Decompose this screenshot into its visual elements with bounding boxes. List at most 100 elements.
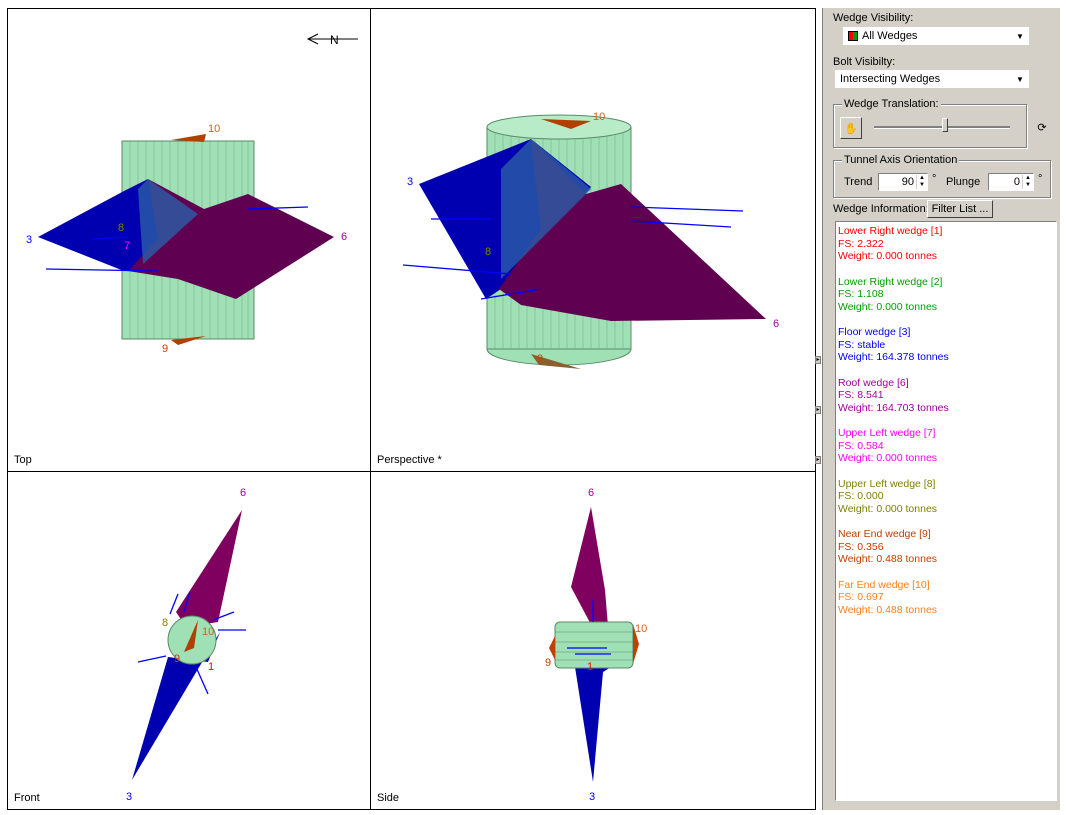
trend-label: Trend	[844, 176, 873, 188]
spin-arrows-icon: ▲ ▼	[1022, 175, 1033, 189]
point-label-1: 1	[208, 661, 214, 673]
wedge-info-entry: Lower Right wedge [2] FS: 1.108 Weight: 0.…	[838, 276, 1054, 314]
translate-icon: ✋	[844, 122, 858, 135]
side-view-graphic: 6 3 10 9 1	[545, 487, 647, 803]
tunnel-side	[554, 621, 634, 669]
wedge-info-entry: Lower Right wedge [1] FS: 2.322 Weight: 0.…	[838, 225, 1054, 263]
point-label-9: 9	[545, 657, 551, 669]
wedge-info-entry: Upper Left wedge [7] FS: 0.584 Weight: 0.0…	[838, 427, 1054, 465]
wedge-fs: FS: stable	[838, 338, 886, 351]
plunge-label: Plunge	[946, 176, 981, 188]
bolt-visibility-label: Bolt Visibilty:	[833, 56, 896, 68]
point-label-3: 3	[589, 791, 595, 803]
chevron-down-icon: ▼	[1016, 74, 1024, 84]
wedge-translation-group: Wedge Translation: ✋	[833, 98, 1027, 148]
chevron-down-icon: ▼	[1016, 31, 1024, 41]
wedge-fs: FS: 0.584	[838, 439, 884, 452]
wedge-fs: FS: 2.322	[838, 237, 884, 250]
trend-stepper[interactable]: 90 ▲ ▼	[878, 173, 928, 191]
translate-reset-button[interactable]: ✋	[840, 117, 862, 139]
point-label-8: 8	[485, 246, 491, 258]
point-label-10: 10	[635, 623, 647, 635]
perspective-viewport[interactable]: 10 3 6 9 8 Perspective *	[370, 8, 816, 472]
wedge-weight: Weight: 164.703 tonnes	[838, 401, 949, 414]
wedge-name: Upper Left wedge [7]	[838, 427, 936, 439]
point-label-6: 6	[341, 231, 347, 243]
north-arrow-icon: N	[306, 33, 358, 47]
splitter-arrow-top[interactable]: ▸	[815, 356, 821, 364]
tunnel-axis-title: Tunnel Axis Orientation	[842, 154, 960, 166]
wedge-info-entry: Floor wedge [3] FS: stable Weight: 164.378…	[838, 326, 1054, 364]
wedge-weight: Weight: 0.488 tonnes	[838, 603, 938, 616]
wedge-weight: Weight: 0.000 tonnes	[838, 452, 938, 464]
plunge-unit: °	[1038, 173, 1043, 185]
point-label-9: 9	[174, 653, 180, 665]
point-label-7: 7	[124, 240, 130, 252]
point-label-3: 3	[407, 176, 413, 188]
side-viewport[interactable]: 6 3 10 9 1 Side	[370, 471, 816, 810]
bolt-visibility-select[interactable]: Intersecting Wedges ▼	[835, 70, 1029, 88]
viewport-label-top: Top	[14, 454, 32, 466]
wedge-fs: FS: 8.541	[838, 389, 884, 401]
plunge-value: 0	[1013, 176, 1020, 188]
wedge-visibility-value: All Wedges	[862, 30, 918, 42]
splitter-arrow-bottom[interactable]: ▸	[815, 456, 821, 464]
rotate-icon: ⟳	[1037, 121, 1047, 134]
point-label-9: 9	[162, 343, 168, 355]
wedge-information-list[interactable]: Lower Right wedge [1] FS: 2.322 Weight: 0.…	[835, 221, 1057, 801]
point-label-8: 8	[162, 617, 168, 629]
wedge-weight: Weight: 0.000 tonnes	[838, 250, 938, 262]
viewport-label-front: Front	[14, 792, 40, 804]
north-arrow-letter: N	[330, 33, 339, 47]
wedge-name: Roof wedge [6]	[838, 376, 909, 389]
top-viewport[interactable]: N 10 3 6 9 8 7 Top	[7, 8, 371, 472]
bolt-visibility-value: Intersecting Wedges	[840, 73, 941, 85]
wedge-info-entry: Far End wedge [10] FS: 0.697 Weight: 0.488…	[838, 579, 1054, 617]
spin-arrows-icon: ▲ ▼	[916, 175, 927, 189]
trend-unit: °	[932, 173, 937, 185]
rotate-view-button[interactable]: ⟳	[1031, 116, 1053, 138]
wedge-name: Lower Right wedge [1]	[838, 225, 943, 237]
front-viewport[interactable]: 6 3 8 10 9 1 Front	[7, 471, 371, 810]
wedge-visibility-select[interactable]: All Wedges ▼	[843, 27, 1029, 45]
point-label-3: 3	[26, 234, 32, 246]
all-wedges-color-icon	[848, 31, 858, 41]
wedge-name: Far End wedge [10]	[838, 578, 930, 591]
wedge-info-entry: Roof wedge [6] FS: 8.541 Weight: 164.703 t…	[838, 377, 1054, 415]
wedge-visibility-label: Wedge Visibility:	[833, 12, 914, 24]
splitter-arrow-mid[interactable]: ▸	[815, 406, 821, 414]
wedge-information-label: Wedge Information:	[833, 203, 929, 215]
wedge-name: Near End wedge [9]	[838, 528, 931, 540]
perspective-view-graphic: 10 3 6 9 8	[402, 111, 779, 369]
point-label-3: 3	[126, 791, 132, 803]
point-label-8: 8	[118, 222, 124, 234]
wedge-weight: Weight: 0.000 tonnes	[838, 300, 938, 313]
point-label-9: 9	[537, 353, 543, 365]
wedge-info-entry: Near End wedge [9] FS: 0.356 Weight: 0.488…	[838, 528, 1054, 566]
floor-wedge	[575, 667, 611, 782]
wedge-name: Lower Right wedge [2]	[838, 275, 943, 288]
wedge-weight: Weight: 0.488 tonnes	[838, 553, 938, 565]
wedge-fs: FS: 0.697	[838, 591, 884, 603]
wedge-fs: FS: 0.000	[838, 490, 884, 502]
wedge-weight: Weight: 0.000 tonnes	[838, 502, 938, 515]
point-label-6: 6	[773, 318, 779, 330]
wedge-translation-title: Wedge Translation:	[842, 98, 941, 110]
wedge-name: Floor wedge [3]	[838, 326, 911, 338]
wedge-info-entry: Upper Left wedge [8] FS: 0.000 Weight: 0.0…	[838, 478, 1054, 516]
front-view-graphic: 6 3 8 10 9 1	[126, 487, 246, 803]
cylinder-top	[486, 114, 632, 140]
wedge-fs: FS: 0.356	[838, 540, 884, 553]
wedge-name: Upper Left wedge [8]	[838, 477, 936, 490]
filter-list-button[interactable]: Filter List ...	[927, 200, 993, 218]
point-label-6: 6	[588, 487, 594, 499]
translation-slider-thumb[interactable]	[942, 118, 948, 132]
trend-value: 90	[901, 176, 914, 188]
point-label-10: 10	[208, 123, 220, 135]
viewport-label-side: Side	[377, 792, 400, 804]
wedge-weight: Weight: 164.378 tonnes	[838, 351, 949, 363]
viewport-label-perspective: Perspective *	[377, 454, 442, 466]
wedge-fs: FS: 1.108	[838, 288, 884, 300]
roof-wedge	[176, 510, 242, 627]
plunge-stepper[interactable]: 0 ▲ ▼	[988, 173, 1034, 191]
